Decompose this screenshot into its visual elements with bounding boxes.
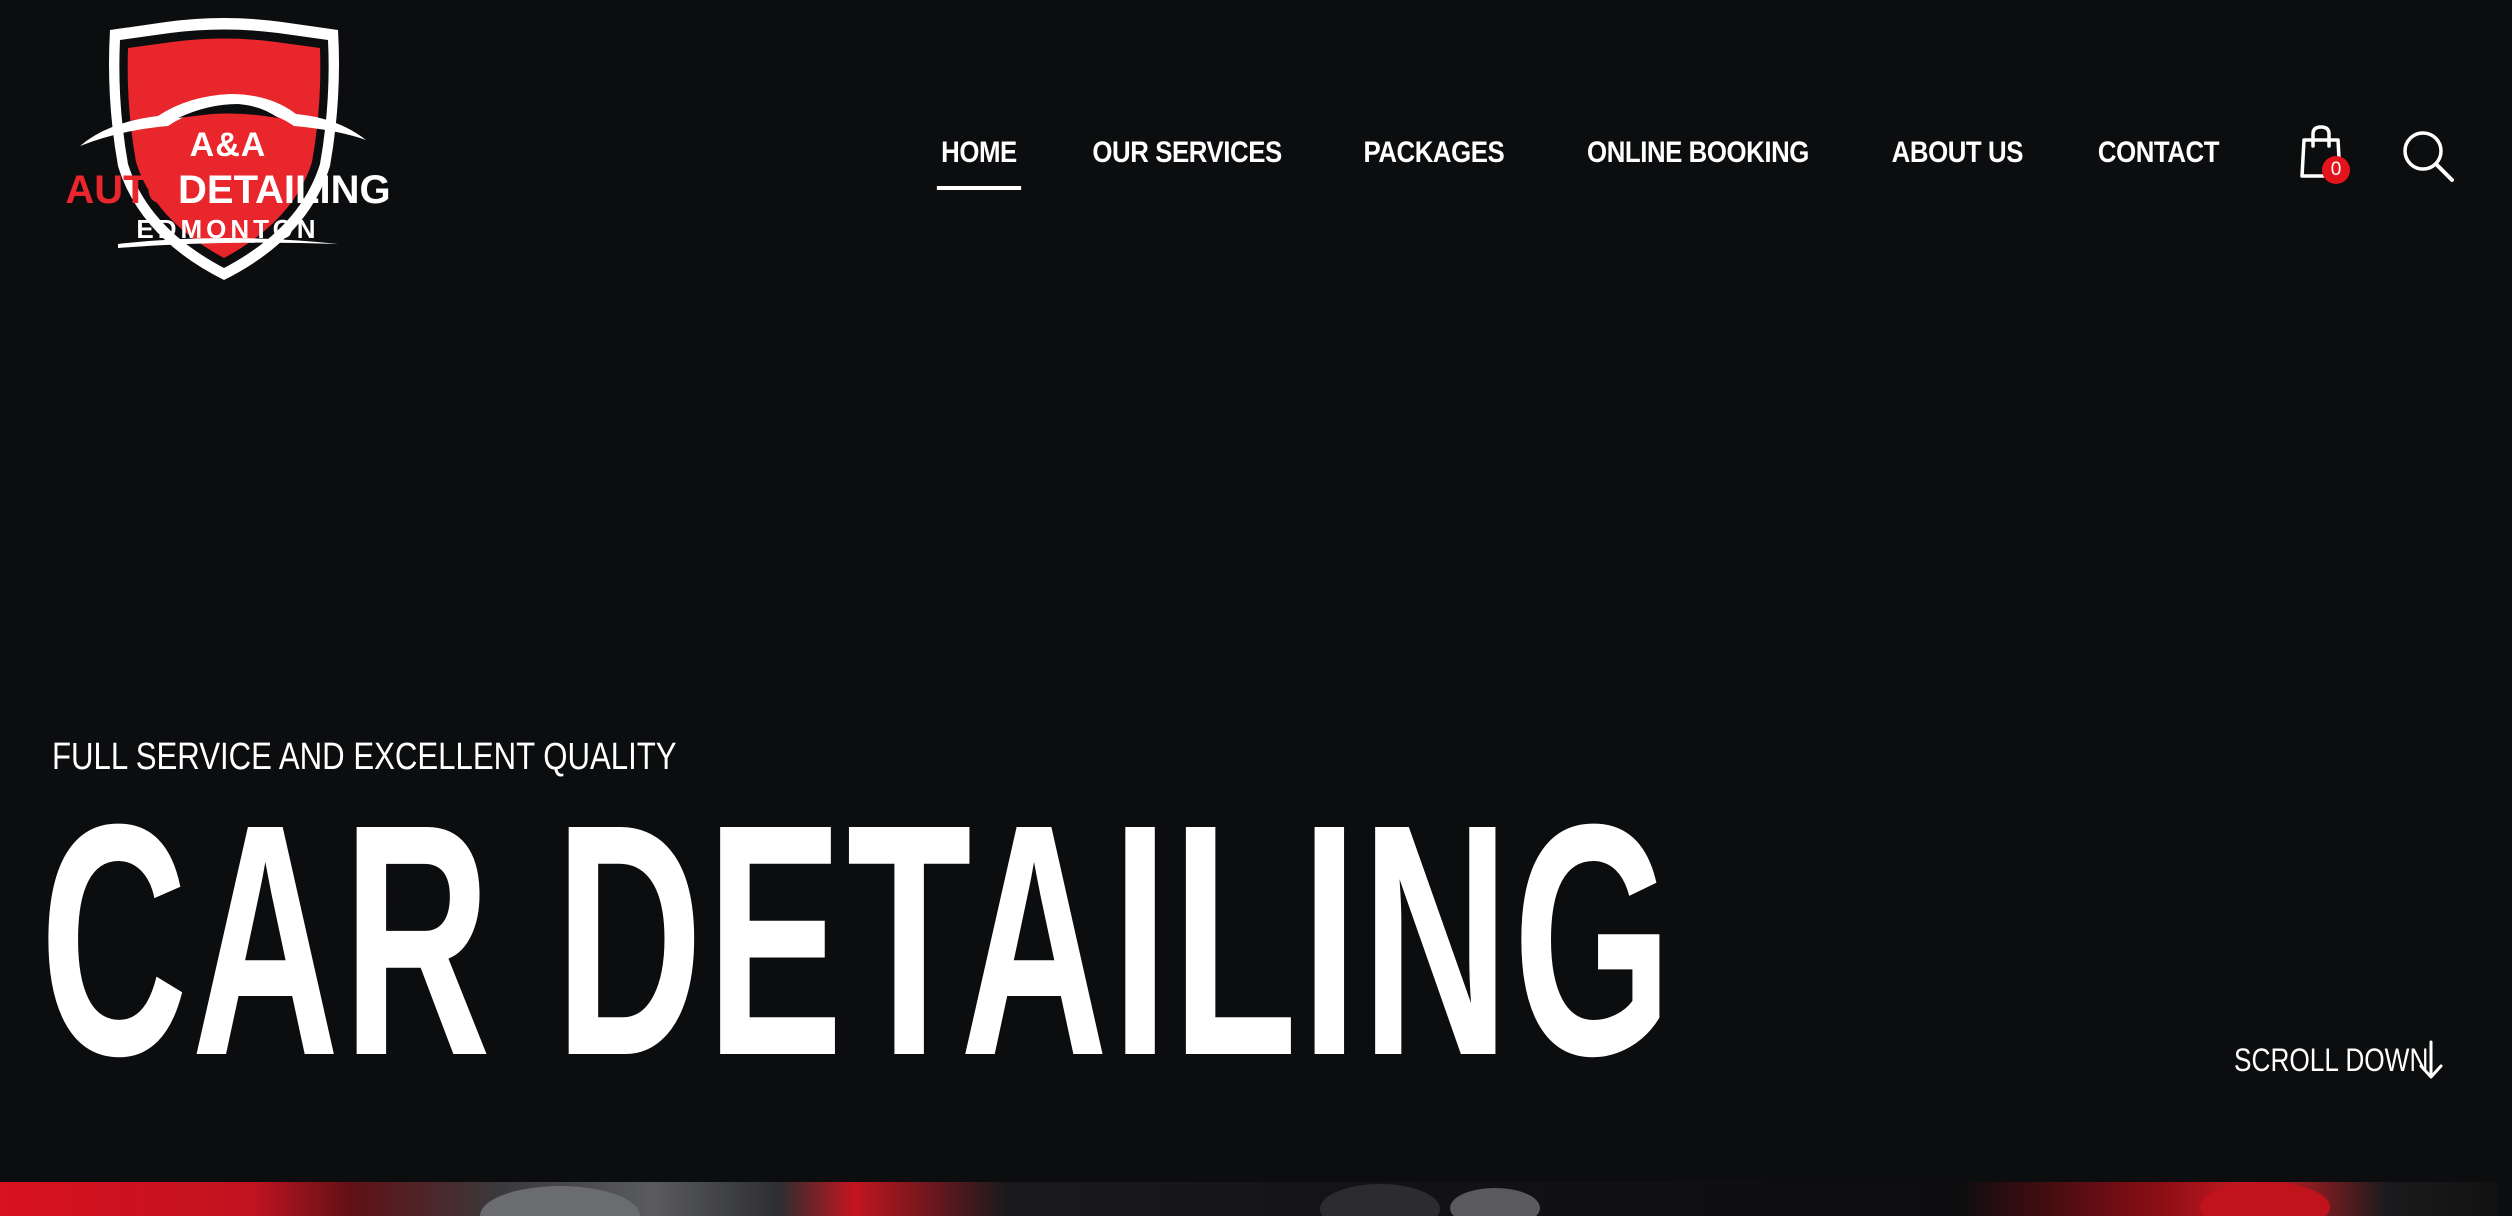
- logo-text-detailing: DETAILING: [178, 168, 391, 212]
- logo-text-edmonton: EDMONTON: [136, 214, 320, 244]
- logo-text-auto: AUTO: [65, 168, 179, 212]
- photo-detail: [480, 1186, 640, 1216]
- scroll-down-link[interactable]: SCROLL DOWN: [2234, 1040, 2444, 1080]
- photo-detail: [1450, 1188, 1540, 1216]
- page: A&A AUTODETAILING EDMONTON HOME OUR SERV…: [0, 0, 2512, 1216]
- cart-count-badge: 0: [2322, 156, 2350, 184]
- hero-title: CAR DETAILING: [40, 755, 1676, 1124]
- nav-item-online-booking[interactable]: ONLINE BOOKING: [1564, 128, 1832, 178]
- nav-item-our-services[interactable]: OUR SERVICES: [1070, 128, 1306, 178]
- site-logo[interactable]: A&A AUTODETAILING EDMONTON: [48, 18, 408, 288]
- logo-text-autodetailing: AUTODETAILING: [48, 168, 408, 213]
- nav-item-contact[interactable]: CONTACT: [2075, 128, 2243, 178]
- nav-item-about-us[interactable]: ABOUT US: [1869, 128, 2047, 178]
- scrollbar[interactable]: [2498, 0, 2512, 1216]
- hero-background-photo: [0, 1182, 2512, 1216]
- search-icon: [2403, 131, 2454, 182]
- photo-detail: [2200, 1182, 2330, 1216]
- nav-item-packages[interactable]: PACKAGES: [1340, 128, 1527, 178]
- logo-text-aa: A&A: [189, 126, 267, 164]
- cart-button[interactable]: 0: [2298, 124, 2350, 186]
- main-nav: HOME OUR SERVICES PACKAGES ONLINE BOOKIN…: [908, 128, 2256, 190]
- search-button[interactable]: [2400, 128, 2456, 184]
- photo-detail: [1320, 1184, 1440, 1216]
- nav-item-home[interactable]: HOME: [918, 128, 1040, 190]
- scroll-down-label: SCROLL DOWN: [2234, 1041, 2429, 1078]
